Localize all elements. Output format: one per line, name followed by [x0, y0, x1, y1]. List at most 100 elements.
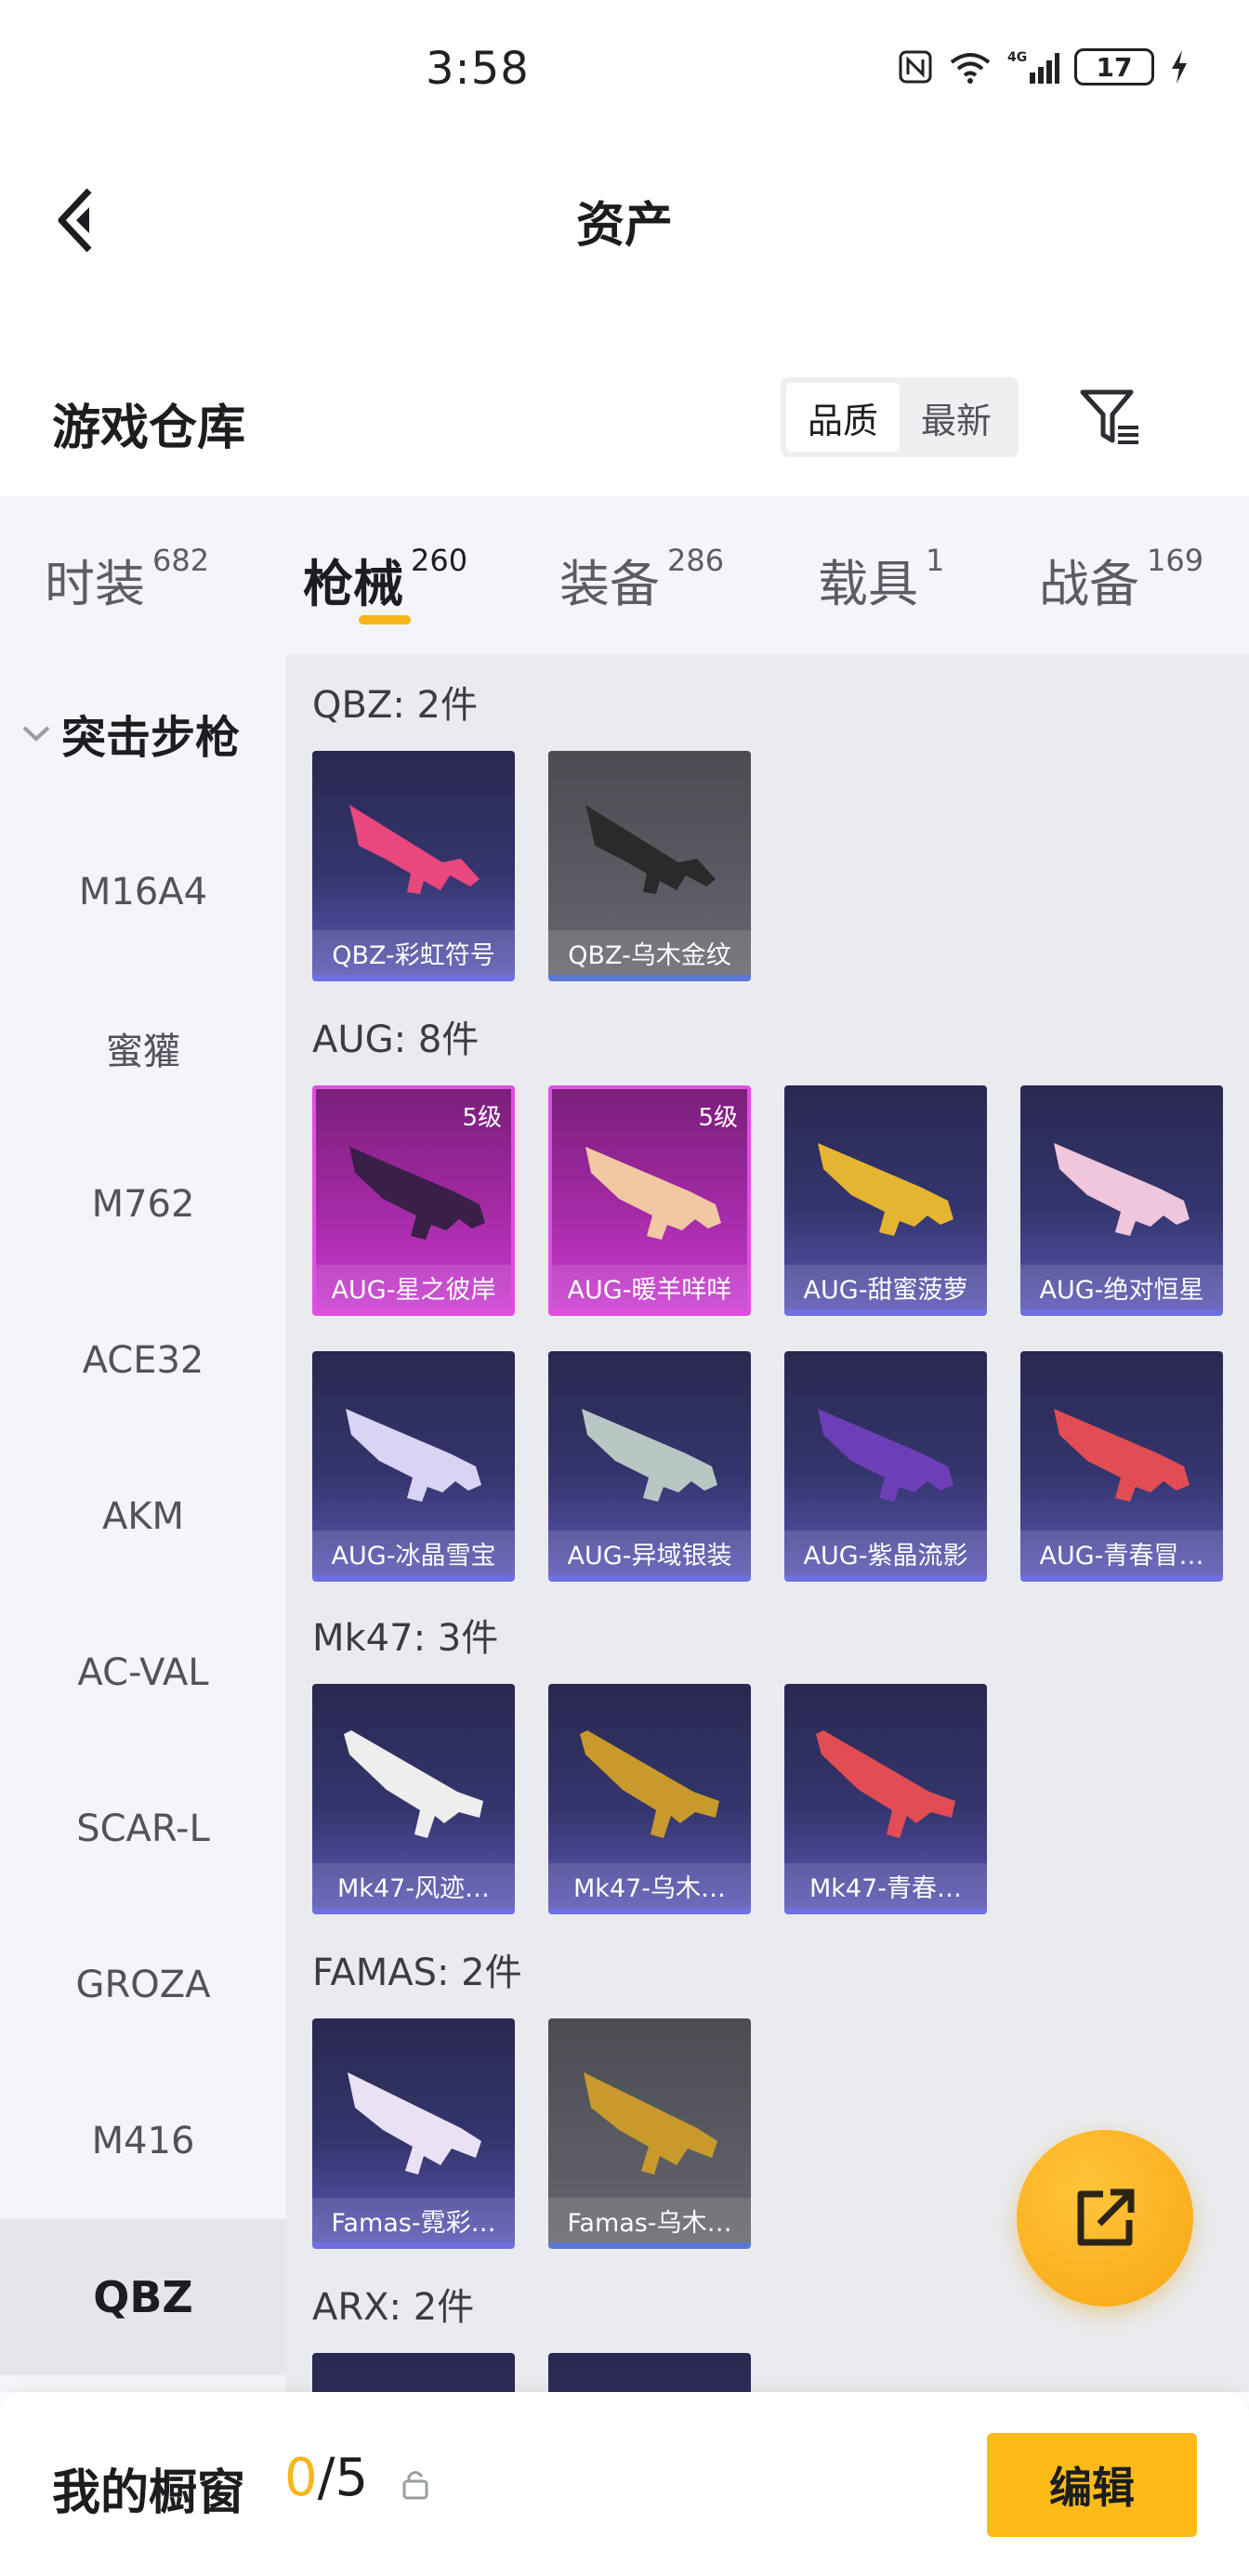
- tab-gear[interactable]: 战备 169: [1039, 543, 1203, 616]
- weapon-card[interactable]: Mk47-乌木…: [548, 1684, 751, 1914]
- weapon-card[interactable]: Famas-乌木…: [548, 2018, 751, 2249]
- group-title: AUG: 8件: [312, 1019, 480, 1061]
- rifle-icon: [585, 805, 716, 894]
- weapon-card[interactable]: Famas-霓彩…: [312, 2018, 515, 2249]
- tab-fashion[interactable]: 时装 682: [45, 543, 209, 616]
- level-badge: 5级: [462, 1104, 502, 1132]
- rifle-icon: [580, 1730, 719, 1838]
- card-name: AUG-冰晶雪宝: [312, 1531, 515, 1575]
- share-icon: [1077, 2188, 1135, 2246]
- card-name: AUG-星之彼岸: [316, 1265, 511, 1309]
- sort-toggle: 品质 最新: [781, 377, 1019, 457]
- tab-label: 时装: [45, 555, 145, 613]
- sidebar-group-label: 突击步枪: [61, 712, 241, 764]
- sidebar-item-m416[interactable]: M416: [0, 2063, 286, 2219]
- tab-count: 260: [411, 543, 468, 578]
- sidebar-group-assault-rifles[interactable]: 突击步枪: [20, 701, 240, 766]
- weapon-card[interactable]: QBZ-乌木金纹: [548, 751, 751, 981]
- card-name: Mk47-乌木…: [548, 1863, 751, 1908]
- weapon-card[interactable]: AUG-异域银装: [548, 1351, 751, 1582]
- tab-equipment[interactable]: 装备 286: [559, 543, 724, 616]
- rifle-icon: [349, 1147, 485, 1240]
- filter-icon: [1080, 389, 1138, 444]
- card-name: Famas-霓彩…: [312, 2198, 515, 2242]
- tab-label: 战备: [1039, 555, 1139, 613]
- rifle-icon: [818, 1409, 953, 1502]
- sidebar-item-ac-val[interactable]: AC-VAL: [0, 1595, 286, 1751]
- charging-icon: [1169, 48, 1190, 85]
- tab-count: 682: [152, 543, 210, 578]
- tab-label: 载具: [818, 555, 918, 613]
- tab-label: 装备: [559, 555, 660, 613]
- weapon-card[interactable]: 5级 AUG-暖羊咩咩: [548, 1085, 751, 1316]
- card-name: Mk47-风迹…: [312, 1863, 515, 1908]
- tab-count: 169: [1147, 543, 1204, 578]
- group-title: Mk47: 3件: [312, 1617, 499, 1660]
- sidebar-item-groza[interactable]: GROZA: [0, 1907, 286, 2063]
- rifle-icon: [348, 2072, 481, 2175]
- signal-icon: 4G: [1007, 48, 1059, 85]
- group-title: FAMAS: 2件: [312, 1952, 522, 1994]
- group-title: ARX: 2件: [312, 2286, 475, 2329]
- tab-count: 286: [667, 543, 725, 578]
- weapon-card[interactable]: [312, 2353, 515, 2392]
- level-badge: 5级: [698, 1104, 738, 1132]
- weapon-card[interactable]: AUG-青春冒…: [1020, 1351, 1223, 1582]
- rifle-icon: [349, 805, 480, 894]
- weapon-card[interactable]: AUG-紫晶流影: [784, 1351, 987, 1582]
- tab-count: 1: [926, 543, 945, 578]
- weapon-card[interactable]: Mk47-风迹…: [312, 1684, 515, 1914]
- sidebar-item-akm[interactable]: AKM: [0, 1439, 286, 1595]
- edit-button[interactable]: 编辑: [987, 2433, 1197, 2537]
- lock-icon: [401, 2468, 429, 2504]
- rifle-icon: [818, 1143, 953, 1236]
- card-name: Famas-乌木…: [548, 2198, 751, 2242]
- chevron-down-icon: [22, 726, 50, 742]
- weapon-card[interactable]: QBZ-彩虹符号: [312, 751, 515, 981]
- rifle-icon: [584, 2072, 717, 2175]
- sidebar-item-qbz[interactable]: QBZ: [0, 2219, 286, 2375]
- rifle-icon: [585, 1147, 721, 1240]
- status-time: 3:58: [426, 43, 530, 95]
- showcase-bar: 我的橱窗 0/5 编辑: [0, 2392, 1249, 2576]
- sidebar-item-ace32[interactable]: ACE32: [0, 1282, 286, 1439]
- page-title: 资产: [575, 198, 673, 254]
- battery-indicator: 17: [1074, 48, 1154, 85]
- tab-firearms[interactable]: 枪械 260: [303, 543, 467, 616]
- card-name: QBZ-彩虹符号: [312, 930, 515, 975]
- card-name: AUG-甜蜜菠萝: [784, 1265, 987, 1309]
- share-button[interactable]: [1017, 2130, 1193, 2307]
- card-name: QBZ-乌木金纹: [548, 930, 751, 975]
- wifi-icon: [948, 49, 993, 85]
- weapon-card[interactable]: [548, 2353, 751, 2392]
- sidebar-item-honey-badger[interactable]: 蜜獾: [0, 970, 286, 1126]
- sidebar-item-m762[interactable]: M762: [0, 1126, 286, 1282]
- sidebar-item-m16a4[interactable]: M16A4: [0, 814, 286, 970]
- rifle-icon: [344, 1730, 483, 1838]
- showcase-count: 0/5: [284, 2448, 368, 2508]
- rifle-icon: [346, 1409, 481, 1502]
- weapon-card[interactable]: AUG-绝对恒星: [1020, 1085, 1223, 1316]
- card-name: AUG-异域银装: [548, 1531, 751, 1575]
- weapon-card[interactable]: AUG-甜蜜菠萝: [784, 1085, 987, 1316]
- status-icons: 4G 17: [898, 48, 1190, 85]
- filter-button[interactable]: [1071, 377, 1149, 457]
- showcase-total: /5: [317, 2448, 369, 2508]
- card-name: AUG-绝对恒星: [1020, 1265, 1223, 1309]
- group-title: QBZ: 2件: [312, 684, 478, 727]
- rifle-icon: [816, 1730, 955, 1838]
- sort-newest[interactable]: 最新: [900, 383, 1013, 452]
- card-name: AUG-暖羊咩咩: [552, 1265, 747, 1309]
- card-name: AUG-青春冒…: [1020, 1531, 1223, 1575]
- sidebar-item-scar-l[interactable]: SCAR-L: [0, 1751, 286, 1907]
- weapon-card[interactable]: 5级 AUG-星之彼岸: [312, 1085, 515, 1316]
- tab-label: 枪械: [303, 555, 403, 613]
- weapon-card[interactable]: Mk47-青春…: [784, 1684, 987, 1914]
- card-name: Mk47-青春…: [784, 1863, 987, 1908]
- nfc-icon: [898, 49, 933, 85]
- sort-quality[interactable]: 品质: [786, 383, 900, 452]
- card-name: AUG-紫晶流影: [784, 1531, 987, 1575]
- rifle-icon: [1054, 1143, 1190, 1236]
- weapon-card[interactable]: AUG-冰晶雪宝: [312, 1351, 515, 1582]
- tab-vehicles[interactable]: 载具 1: [818, 543, 944, 616]
